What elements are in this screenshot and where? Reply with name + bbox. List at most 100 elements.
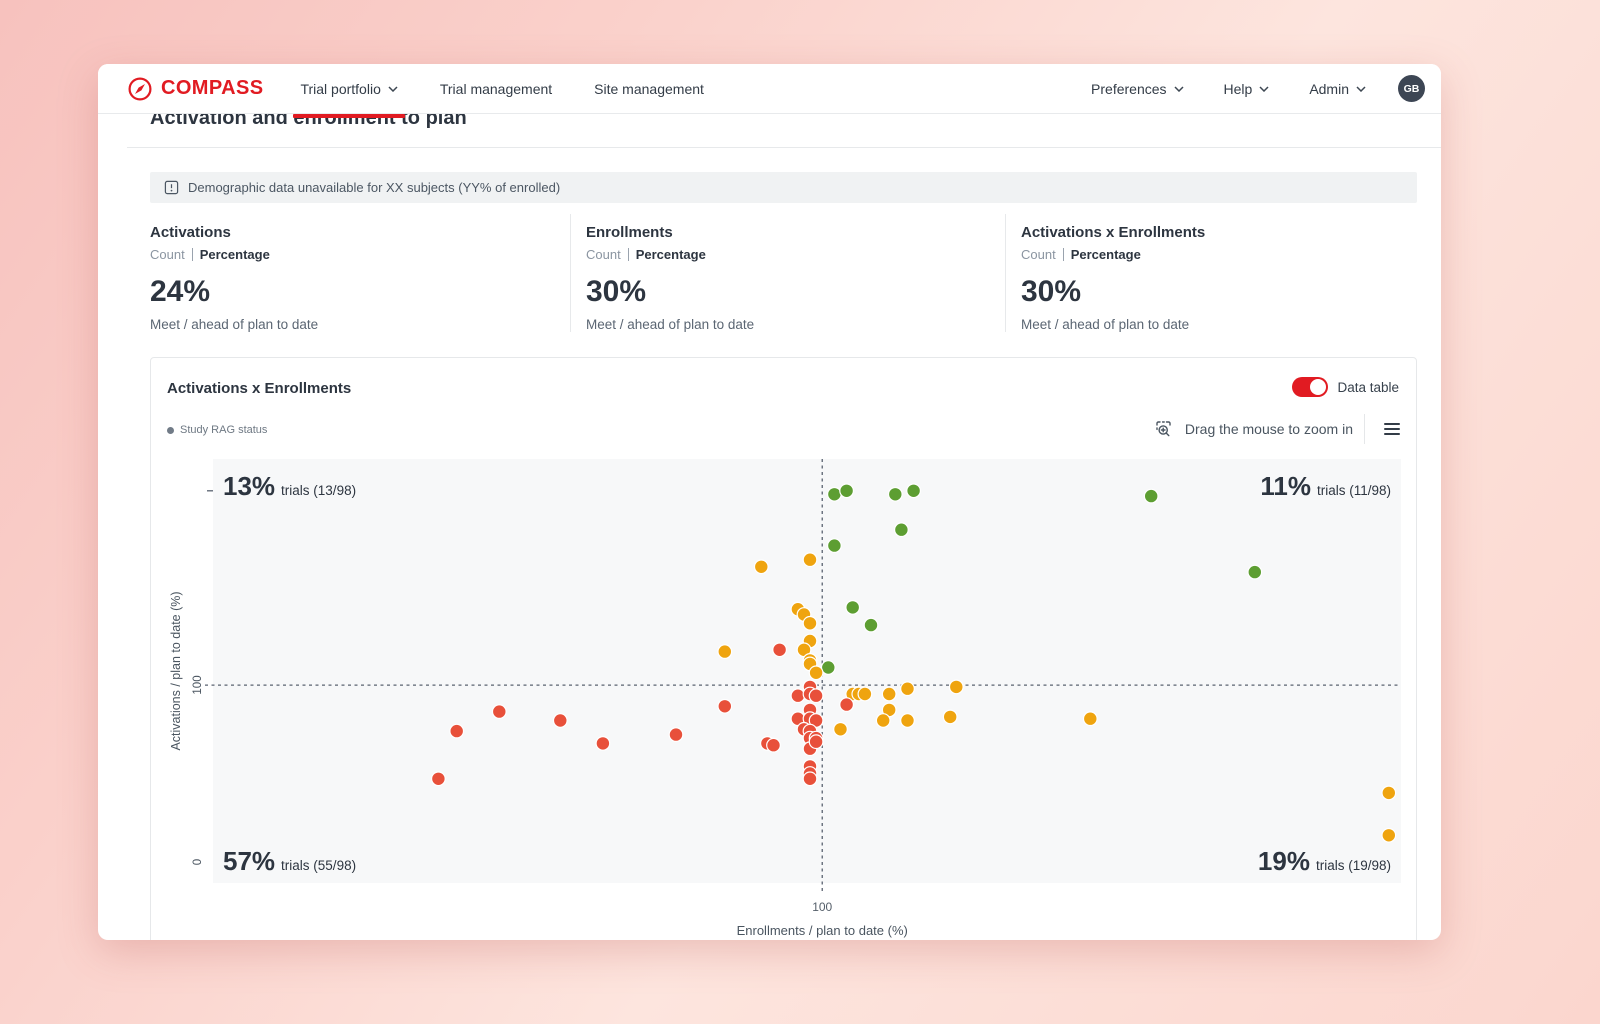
- scatter-point-red[interactable]: [803, 772, 817, 786]
- hamburger-menu-icon[interactable]: [1376, 413, 1408, 445]
- scatter-point-amber[interactable]: [803, 617, 817, 631]
- scatter-point-green[interactable]: [1144, 489, 1158, 503]
- scatter-point-amber[interactable]: [858, 687, 872, 701]
- scatter-point-red[interactable]: [809, 735, 823, 749]
- scatter-point-red[interactable]: [554, 714, 568, 728]
- mode-separator: [192, 248, 193, 261]
- scatter-point-green[interactable]: [828, 539, 842, 553]
- quadrant-label-bottom-right: 19%trials (19/98): [1258, 846, 1391, 877]
- scatter-point-red[interactable]: [596, 737, 610, 751]
- scatter-point-red[interactable]: [669, 728, 683, 742]
- metric-caption: Meet / ahead of plan to date: [150, 317, 570, 332]
- legend-dot-icon: [167, 427, 174, 434]
- scatter-point-red[interactable]: [840, 698, 854, 712]
- title-divider: [127, 147, 1441, 148]
- legend-label: Study RAG status: [180, 424, 267, 436]
- x-axis-label: Enrollments / plan to date (%): [737, 923, 908, 938]
- y-axis-label: Activations / plan to date (%): [169, 591, 183, 750]
- scatter-point-amber[interactable]: [809, 666, 823, 680]
- scatter-point-red[interactable]: [773, 643, 787, 657]
- chart-card: Activations x Enrollments Data table Stu…: [150, 357, 1417, 940]
- metric-caption: Meet / ahead of plan to date: [586, 317, 1005, 332]
- mode-count[interactable]: Count: [586, 247, 621, 262]
- main-nav: Trial portfolio Trial management Site ma…: [279, 64, 724, 114]
- metric-mode-switch: Count Percentage: [586, 247, 1005, 262]
- mode-count[interactable]: Count: [1021, 247, 1056, 262]
- metric-title: Enrollments: [586, 224, 1005, 241]
- scatter-point-green[interactable]: [840, 484, 854, 498]
- nav-trial-management[interactable]: Trial management: [436, 64, 556, 114]
- scatter-point-green[interactable]: [889, 488, 903, 502]
- metrics-row: Activations Count Percentage 24% Meet / …: [150, 214, 1417, 332]
- scatter-plot-area[interactable]: 13%trials (13/98) 11%trials (11/98) 57%t…: [213, 459, 1401, 883]
- data-table-toggle[interactable]: [1292, 377, 1328, 397]
- metric-enrollments: Enrollments Count Percentage 30% Meet / …: [570, 214, 1005, 332]
- scatter-point-green[interactable]: [822, 661, 836, 675]
- mode-percentage[interactable]: Percentage: [1071, 247, 1141, 262]
- brand-name: COMPASS: [161, 77, 263, 100]
- brand-logo[interactable]: COMPASS: [127, 76, 263, 102]
- scatter-point-red[interactable]: [493, 705, 507, 719]
- scatter-point-amber[interactable]: [943, 710, 957, 724]
- scatter-point-green[interactable]: [1248, 565, 1262, 579]
- scatter-point-green[interactable]: [864, 618, 878, 632]
- x-axis-tick-label: 100: [812, 900, 832, 914]
- scatter-point-amber[interactable]: [1382, 829, 1396, 843]
- toggle-knob: [1310, 379, 1326, 395]
- quadrant-label-top-right: 11%trials (11/98): [1260, 471, 1391, 502]
- scatter-point-amber[interactable]: [755, 560, 769, 574]
- controls-divider: [1364, 414, 1365, 444]
- chart-legend: Study RAG status: [167, 424, 267, 436]
- scatter-point-amber[interactable]: [882, 687, 896, 701]
- scatter-point-amber[interactable]: [834, 723, 848, 737]
- scatter-point-green[interactable]: [846, 601, 860, 615]
- banner-text: Demographic data unavailable for XX subj…: [188, 180, 560, 195]
- plot-wrap: Activations / plan to date (%) 13%trials…: [151, 459, 1416, 883]
- scatter-point-red[interactable]: [718, 700, 732, 714]
- app-window: Activation and enrollment to plan COMPAS…: [98, 64, 1441, 940]
- chevron-down-icon: [1174, 86, 1184, 92]
- scatter-point-red[interactable]: [809, 689, 823, 703]
- nav-preferences[interactable]: Preferences: [1087, 81, 1187, 97]
- scatter-point-amber[interactable]: [901, 714, 915, 728]
- compass-icon: [127, 76, 153, 102]
- scatter-point-red[interactable]: [767, 738, 781, 752]
- metric-caption: Meet / ahead of plan to date: [1021, 317, 1417, 332]
- scatter-point-red[interactable]: [450, 724, 464, 738]
- scatter-point-amber[interactable]: [901, 682, 915, 696]
- quadrant-label-bottom-left: 57%trials (55/98): [223, 846, 356, 877]
- mode-percentage[interactable]: Percentage: [200, 247, 270, 262]
- mode-count[interactable]: Count: [150, 247, 185, 262]
- nav-help[interactable]: Help: [1220, 81, 1274, 97]
- scatter-svg: [213, 459, 1401, 883]
- avatar[interactable]: GB: [1398, 75, 1425, 102]
- metric-mode-switch: Count Percentage: [1021, 247, 1417, 262]
- data-table-toggle-group: Data table: [1292, 377, 1399, 397]
- metric-mode-switch: Count Percentage: [150, 247, 570, 262]
- metric-activations: Activations Count Percentage 24% Meet / …: [150, 214, 570, 332]
- scatter-point-green[interactable]: [828, 488, 842, 502]
- chevron-down-icon: [1259, 86, 1269, 92]
- nav-trial-portfolio[interactable]: Trial portfolio: [296, 64, 401, 114]
- chevron-down-icon: [388, 86, 398, 92]
- alert-square-icon: [164, 180, 179, 195]
- scatter-point-red[interactable]: [432, 772, 446, 786]
- scatter-point-amber[interactable]: [876, 714, 890, 728]
- scatter-point-amber[interactable]: [1382, 786, 1396, 800]
- header-right-nav: Preferences Help Admin GB: [1071, 75, 1425, 102]
- mode-percentage[interactable]: Percentage: [636, 247, 706, 262]
- scatter-point-amber[interactable]: [803, 553, 817, 567]
- zoom-hint-text: Drag the mouse to zoom in: [1185, 421, 1353, 437]
- scatter-point-amber[interactable]: [950, 680, 964, 694]
- scatter-point-amber[interactable]: [1084, 712, 1098, 726]
- scatter-point-green[interactable]: [907, 484, 921, 498]
- scatter-point-amber[interactable]: [718, 645, 732, 659]
- scatter-point-green[interactable]: [895, 523, 909, 537]
- metric-value: 24%: [150, 275, 570, 309]
- mode-separator: [1063, 248, 1064, 261]
- scatter-point-red[interactable]: [791, 689, 805, 703]
- metric-title: Activations x Enrollments: [1021, 224, 1417, 241]
- nav-admin[interactable]: Admin: [1305, 81, 1370, 97]
- nav-site-management[interactable]: Site management: [590, 64, 708, 114]
- metric-value: 30%: [586, 275, 1005, 309]
